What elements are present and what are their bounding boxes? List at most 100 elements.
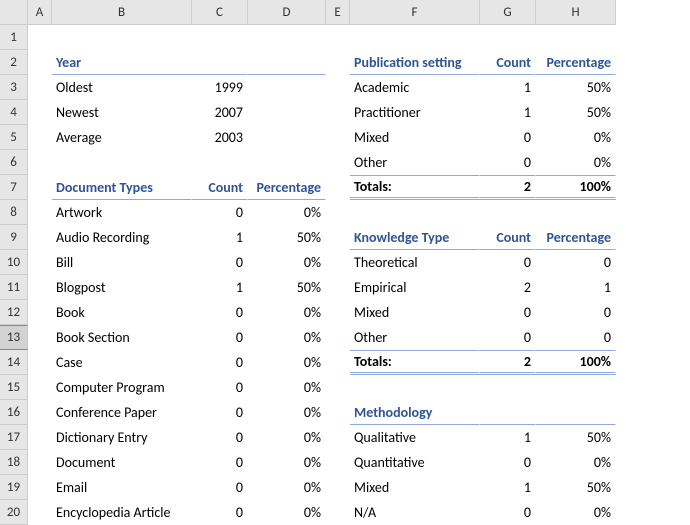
meth-row-count[interactable]: 1: [480, 475, 536, 500]
know-title[interactable]: Knowledge Type: [350, 225, 480, 250]
cell[interactable]: [28, 200, 52, 225]
row-header-10[interactable]: 10: [0, 250, 28, 275]
know-row-label[interactable]: Empirical: [350, 275, 480, 300]
cell[interactable]: [28, 300, 52, 325]
cell[interactable]: [480, 25, 536, 50]
doc-pct-h[interactable]: Percentage: [248, 175, 326, 200]
doc-row-pct[interactable]: 0%: [248, 250, 326, 275]
cell[interactable]: [192, 150, 248, 175]
cell[interactable]: [28, 500, 52, 525]
row-header-4[interactable]: 4: [0, 100, 28, 125]
doc-row-pct[interactable]: 0%: [248, 200, 326, 225]
pub-row-label[interactable]: Mixed: [350, 125, 480, 150]
doc-row-pct[interactable]: 0%: [248, 375, 326, 400]
cell[interactable]: [326, 175, 350, 200]
doc-row-count[interactable]: 0: [192, 450, 248, 475]
pub-row-count[interactable]: 1: [480, 75, 536, 100]
cell[interactable]: [326, 50, 350, 75]
select-all-corner[interactable]: [0, 0, 28, 25]
col-header-F[interactable]: F: [350, 0, 480, 25]
cell[interactable]: [28, 475, 52, 500]
doc-count-h[interactable]: Count: [192, 175, 248, 200]
pub-row-pct[interactable]: 50%: [536, 100, 616, 125]
cell[interactable]: [28, 425, 52, 450]
cell[interactable]: [326, 425, 350, 450]
cell[interactable]: [326, 100, 350, 125]
pub-row-label[interactable]: Practitioner: [350, 100, 480, 125]
cell[interactable]: [326, 350, 350, 375]
cell[interactable]: [326, 475, 350, 500]
meth-row-pct[interactable]: 0%: [536, 450, 616, 475]
col-header-C[interactable]: C: [192, 0, 248, 25]
know-count-h[interactable]: Count: [480, 225, 536, 250]
cell[interactable]: [192, 25, 248, 50]
row-header-16[interactable]: 16: [0, 400, 28, 425]
cell[interactable]: [480, 400, 536, 425]
cell[interactable]: [326, 75, 350, 100]
pub-title[interactable]: Publication setting: [350, 50, 480, 75]
cell[interactable]: [28, 25, 52, 50]
meth-row-label[interactable]: Qualitative: [350, 425, 480, 450]
cell[interactable]: [28, 50, 52, 75]
cell[interactable]: [536, 200, 616, 225]
meth-row-label[interactable]: N/A: [350, 500, 480, 525]
pub-count-h[interactable]: Count: [480, 50, 536, 75]
doc-row-label[interactable]: Conference Paper: [52, 400, 192, 425]
pub-totals-count[interactable]: 2: [480, 175, 536, 200]
cell[interactable]: [480, 200, 536, 225]
cell[interactable]: [248, 125, 326, 150]
cell[interactable]: [326, 300, 350, 325]
meth-row-count[interactable]: 1: [480, 425, 536, 450]
doc-row-pct[interactable]: 0%: [248, 400, 326, 425]
pub-row-count[interactable]: 0: [480, 125, 536, 150]
know-row-pct[interactable]: 1: [536, 275, 616, 300]
row-header-7[interactable]: 7: [0, 175, 28, 200]
doc-row-label[interactable]: Book Section: [52, 325, 192, 350]
doc-row-count[interactable]: 0: [192, 400, 248, 425]
pub-row-pct[interactable]: 50%: [536, 75, 616, 100]
cell[interactable]: [248, 150, 326, 175]
doc-row-label[interactable]: Email: [52, 475, 192, 500]
cell[interactable]: [350, 375, 480, 400]
doc-row-pct[interactable]: 0%: [248, 475, 326, 500]
year-newest[interactable]: 2007: [192, 100, 248, 125]
doc-row-label[interactable]: Dictionary Entry: [52, 425, 192, 450]
know-row-label[interactable]: Mixed: [350, 300, 480, 325]
row-header-14[interactable]: 14: [0, 350, 28, 375]
cell[interactable]: [28, 450, 52, 475]
row-header-12[interactable]: 12: [0, 300, 28, 325]
pub-totals-label[interactable]: Totals:: [350, 175, 480, 200]
row-header-15[interactable]: 15: [0, 375, 28, 400]
cell[interactable]: [28, 275, 52, 300]
row-header-2[interactable]: 2: [0, 50, 28, 75]
doc-row-label[interactable]: Computer Program: [52, 375, 192, 400]
col-header-G[interactable]: G: [480, 0, 536, 25]
meth-title[interactable]: Methodology: [350, 400, 480, 425]
cell[interactable]: [326, 450, 350, 475]
cell[interactable]: [248, 75, 326, 100]
cell[interactable]: [28, 350, 52, 375]
cell[interactable]: [326, 400, 350, 425]
col-header-H[interactable]: H: [536, 0, 616, 25]
cell[interactable]: [28, 400, 52, 425]
col-header-B[interactable]: B: [52, 0, 192, 25]
doc-row-pct[interactable]: 50%: [248, 225, 326, 250]
meth-row-pct[interactable]: 50%: [536, 425, 616, 450]
cell[interactable]: [326, 375, 350, 400]
doc-row-count[interactable]: 0: [192, 200, 248, 225]
doc-row-count[interactable]: 1: [192, 275, 248, 300]
know-totals-count[interactable]: 2: [480, 350, 536, 375]
row-header-11[interactable]: 11: [0, 275, 28, 300]
cell[interactable]: [536, 400, 616, 425]
know-row-count[interactable]: 0: [480, 300, 536, 325]
cell[interactable]: [536, 25, 616, 50]
row-header-1[interactable]: 1: [0, 25, 28, 50]
meth-row-label[interactable]: Quantitative: [350, 450, 480, 475]
doc-row-count[interactable]: 0: [192, 375, 248, 400]
know-row-label[interactable]: Other: [350, 325, 480, 350]
doc-row-label[interactable]: Blogpost: [52, 275, 192, 300]
doc-row-pct[interactable]: 0%: [248, 425, 326, 450]
doc-row-count[interactable]: 0: [192, 250, 248, 275]
doc-title[interactable]: Document Types: [52, 175, 192, 200]
col-header-A[interactable]: A: [28, 0, 52, 25]
